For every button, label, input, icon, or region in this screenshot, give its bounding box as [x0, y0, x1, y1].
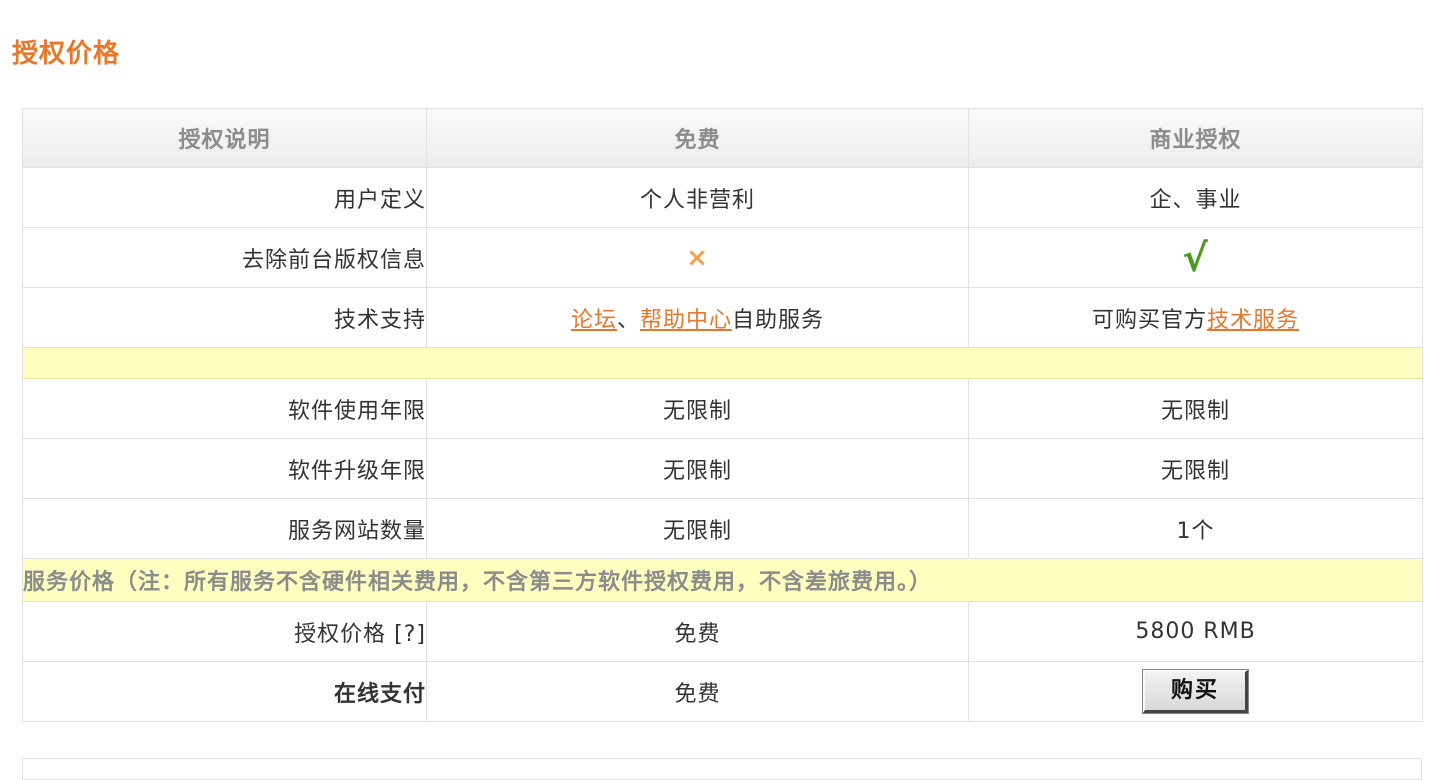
separator: 、	[616, 307, 640, 333]
commercial-site-count: 1个	[968, 498, 1423, 559]
table-row: 软件升级年限 无限制 无限制	[22, 438, 1423, 499]
page-title: 授权价格	[12, 39, 121, 69]
free-tech-support: 论坛、帮助中心自助服务	[426, 287, 969, 348]
free-user-definition: 个人非营利	[426, 167, 969, 228]
commercial-use-years: 无限制	[968, 378, 1423, 439]
table-row: 服务网站数量 无限制 1个	[22, 498, 1423, 559]
header-commercial: 商业授权	[968, 108, 1423, 168]
next-section-box	[22, 758, 1422, 780]
highlight-spacer	[22, 347, 1423, 379]
commercial-online-payment: 购买	[968, 661, 1423, 722]
table-row: 去除前台版权信息 × √	[22, 227, 1423, 288]
table-header-row: 授权说明 免费 商业授权	[22, 108, 1423, 168]
help-center-link[interactable]: 帮助中心	[640, 308, 732, 333]
free-upgrade-years: 无限制	[426, 438, 969, 499]
table-row: 技术支持 论坛、帮助中心自助服务 可购买官方技术服务	[22, 287, 1423, 348]
free-online-payment: 免费	[426, 661, 969, 722]
forum-link[interactable]: 论坛	[571, 308, 617, 333]
service-price-note-row: 服务价格（注：所有服务不含硬件相关费用，不含第三方软件授权费用，不含差旅费用。）	[22, 558, 1423, 602]
purchase-official-text: 可购买官方	[1091, 307, 1207, 333]
table-row: 软件使用年限 无限制 无限制	[22, 378, 1423, 439]
row-label-remove-copyright: 去除前台版权信息	[22, 227, 427, 288]
highlight-spacer-row	[22, 347, 1423, 379]
free-remove-copyright: ×	[426, 227, 969, 288]
commercial-license-price: 5800 RMB	[968, 601, 1423, 662]
table-row: 授权价格 [?] 免费 5800 RMB	[22, 601, 1423, 662]
checkmark-icon: √	[1182, 235, 1209, 280]
row-label-site-count: 服务网站数量	[22, 498, 427, 559]
tech-service-link[interactable]: 技术服务	[1207, 308, 1299, 333]
header-license-description: 授权说明	[22, 108, 427, 168]
row-label-upgrade-years: 软件升级年限	[22, 438, 427, 499]
cross-icon: ×	[686, 242, 709, 273]
license-price-table: 授权说明 免费 商业授权 用户定义 个人非营利 企、事业 去除前台版权信息 × …	[22, 108, 1423, 722]
row-label-online-payment: 在线支付	[22, 661, 427, 722]
commercial-upgrade-years: 无限制	[968, 438, 1423, 499]
free-use-years: 无限制	[426, 378, 969, 439]
commercial-remove-copyright: √	[968, 227, 1423, 288]
row-label-use-years: 软件使用年限	[22, 378, 427, 439]
row-label-license-price: 授权价格 [?]	[22, 601, 427, 662]
commercial-user-definition: 企、事业	[968, 167, 1423, 228]
buy-button[interactable]: 购买	[1143, 670, 1248, 713]
row-label-tech-support: 技术支持	[22, 287, 427, 348]
commercial-tech-support: 可购买官方技术服务	[968, 287, 1423, 348]
free-license-price: 免费	[426, 601, 969, 662]
table-row: 用户定义 个人非营利 企、事业	[22, 167, 1423, 228]
self-service-text: 自助服务	[732, 307, 825, 333]
table-row: 在线支付 免费 购买	[22, 661, 1423, 722]
header-free: 免费	[426, 108, 969, 168]
free-site-count: 无限制	[426, 498, 969, 559]
row-label-user-definition: 用户定义	[22, 167, 427, 228]
service-price-note: 服务价格（注：所有服务不含硬件相关费用，不含第三方软件授权费用，不含差旅费用。）	[22, 558, 1423, 602]
